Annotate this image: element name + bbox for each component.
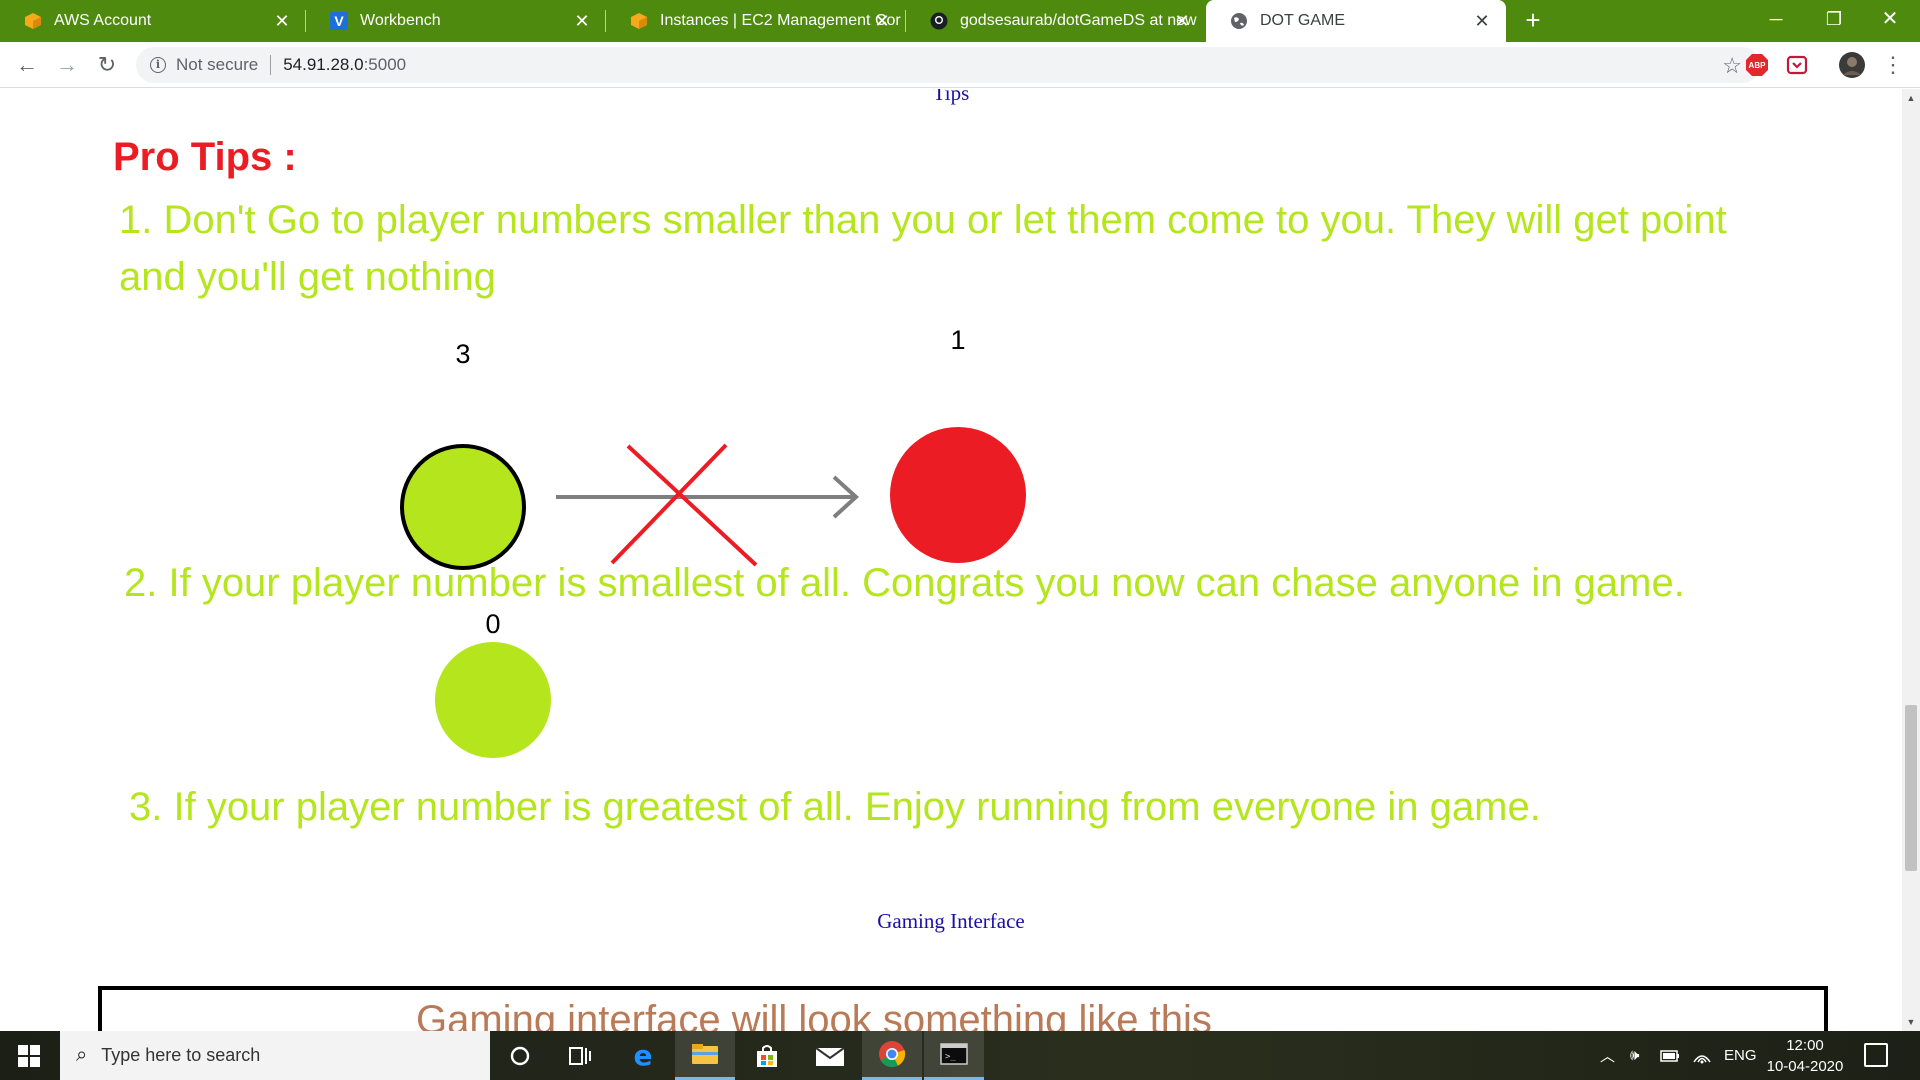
reload-icon[interactable]: ↻ bbox=[92, 50, 122, 80]
back-arrow-icon[interactable]: ← bbox=[12, 50, 42, 80]
tab-github[interactable]: godsesaurab/dotGameDS at new ✕ bbox=[906, 0, 1206, 42]
taskbar-clock[interactable]: 12:00 10-04-2020 bbox=[1755, 1035, 1855, 1077]
mail-icon[interactable] bbox=[800, 1031, 860, 1080]
globe-icon bbox=[1230, 12, 1248, 30]
cross-line-1 bbox=[626, 444, 758, 567]
windows-start-icon[interactable] bbox=[0, 1031, 58, 1080]
player-1-number: 1 bbox=[950, 325, 965, 355]
windows-taskbar: ⌕ Type here to search e >_ ︿ 🕪 ENG 12:00… bbox=[0, 1031, 1920, 1080]
browser-toolbar: ← → ↻ i Not secure 54.91.28.0:5000 ☆ ABP… bbox=[0, 42, 1920, 88]
battery-icon[interactable] bbox=[1660, 1031, 1680, 1080]
page-viewport: Tips Pro Tips : 1. Don't Go to player nu… bbox=[0, 89, 1902, 1031]
green-player-dot bbox=[400, 444, 526, 570]
close-tab-icon[interactable]: ✕ bbox=[572, 11, 592, 31]
svg-text:>_: >_ bbox=[945, 1052, 956, 1062]
url-port[interactable]: :5000 bbox=[364, 55, 407, 75]
close-tab-icon[interactable]: ✕ bbox=[272, 11, 292, 31]
vertical-scrollbar[interactable]: ▲ ▼ bbox=[1902, 89, 1920, 1031]
tab-dot-game[interactable]: DOT GAME ✕ bbox=[1206, 0, 1506, 42]
tab-title: Workbench bbox=[360, 12, 441, 29]
terminal-icon[interactable]: >_ bbox=[924, 1031, 984, 1080]
svg-text:e: e bbox=[634, 1043, 653, 1069]
url-host[interactable]: 54.91.28.0 bbox=[283, 55, 363, 75]
vocareum-v-icon: V bbox=[330, 12, 348, 30]
player-3-number: 3 bbox=[455, 339, 470, 369]
tab-title: godsesaurab/dotGameDS at new bbox=[960, 12, 1197, 29]
scrollbar-thumb[interactable] bbox=[1905, 705, 1917, 871]
tab-ec2-instances[interactable]: Instances | EC2 Management Cor ✕ bbox=[606, 0, 906, 42]
new-tab-button[interactable]: + bbox=[1518, 6, 1548, 36]
show-hidden-icons-icon[interactable]: ︿ bbox=[1600, 1031, 1615, 1080]
tip-2-text: 2. If your player number is smallest of … bbox=[124, 561, 1685, 605]
scroll-down-arrow-icon[interactable]: ▼ bbox=[1906, 1017, 1916, 1027]
tab-title: DOT GAME bbox=[1260, 12, 1346, 29]
menu-kebab-icon[interactable]: ⋮ bbox=[1878, 50, 1908, 80]
clock-date: 10-04-2020 bbox=[1766, 1058, 1844, 1075]
tip-1-text: 1. Don't Go to player numbers smaller th… bbox=[119, 198, 1727, 299]
edge-icon[interactable]: e bbox=[613, 1031, 673, 1080]
scroll-up-arrow-icon[interactable]: ▲ bbox=[1906, 93, 1916, 103]
close-window-icon[interactable]: ✕ bbox=[1866, 0, 1914, 38]
tab-title: AWS Account bbox=[54, 12, 152, 29]
close-tab-icon[interactable]: ✕ bbox=[1172, 11, 1192, 31]
adblock-plus-icon[interactable]: ABP bbox=[1745, 53, 1769, 77]
github-icon bbox=[930, 12, 948, 30]
close-tab-icon[interactable]: ✕ bbox=[872, 11, 892, 31]
svg-text:ABP: ABP bbox=[1749, 61, 1767, 70]
green-player-dot bbox=[435, 642, 551, 758]
search-icon: ⌕ bbox=[76, 1044, 88, 1066]
clock-time: 12:00 bbox=[1786, 1037, 1824, 1054]
tab-workbench[interactable]: V Workbench ✕ bbox=[306, 0, 606, 42]
wifi-icon[interactable] bbox=[1692, 1031, 1712, 1080]
svg-text:V: V bbox=[334, 13, 344, 29]
tab-strip: AWS Account ✕ V Workbench ✕ Instances | … bbox=[0, 0, 1920, 42]
tips-link[interactable]: Tips bbox=[0, 89, 1902, 106]
tip-1-diagram: 3 1 bbox=[400, 325, 1026, 570]
minimize-icon[interactable]: ─ bbox=[1752, 0, 1800, 38]
bookmark-star-icon[interactable]: ☆ bbox=[1722, 53, 1742, 79]
gaming-interface-link[interactable]: Gaming Interface bbox=[0, 909, 1902, 934]
security-label[interactable]: Not secure bbox=[176, 55, 258, 75]
gaming-interface-frame: Gaming interface will look something lik… bbox=[98, 986, 1828, 1031]
cortana-icon[interactable] bbox=[490, 1031, 550, 1080]
red-player-dot bbox=[890, 427, 1026, 563]
forward-arrow-icon[interactable]: → bbox=[52, 50, 82, 80]
info-icon[interactable]: i bbox=[150, 57, 166, 73]
notifications-icon[interactable] bbox=[1864, 1043, 1888, 1067]
file-explorer-icon[interactable] bbox=[675, 1031, 735, 1080]
gaming-interface-caption: Gaming interface will look something lik… bbox=[416, 998, 1212, 1031]
taskbar-search-box[interactable]: ⌕ Type here to search bbox=[60, 1031, 490, 1080]
tip-2-diagram: 0 bbox=[435, 609, 551, 758]
aws-box-icon bbox=[24, 12, 42, 30]
tab-aws-account[interactable]: AWS Account ✕ bbox=[0, 0, 306, 42]
chrome-icon[interactable] bbox=[862, 1031, 922, 1080]
aws-box-icon bbox=[630, 12, 648, 30]
volume-icon[interactable]: 🕪 bbox=[1630, 1031, 1639, 1080]
store-icon[interactable] bbox=[737, 1031, 797, 1080]
address-bar[interactable]: i Not secure 54.91.28.0:5000 ☆ bbox=[136, 47, 1760, 83]
task-view-icon[interactable] bbox=[550, 1031, 610, 1080]
cross-line-2 bbox=[610, 443, 728, 565]
pocket-icon[interactable] bbox=[1785, 53, 1809, 77]
pro-tips-title: Pro Tips : bbox=[113, 135, 297, 179]
language-indicator[interactable]: ENG bbox=[1724, 1031, 1757, 1080]
profile-avatar[interactable] bbox=[1838, 51, 1866, 79]
close-tab-icon[interactable]: ✕ bbox=[1472, 11, 1492, 31]
search-placeholder: Type here to search bbox=[101, 1045, 261, 1065]
player-0-number: 0 bbox=[485, 609, 500, 639]
tab-title: Instances | EC2 Management Cor bbox=[660, 12, 901, 29]
tip-3-text: 3. If your player number is greatest of … bbox=[129, 785, 1541, 829]
restore-icon[interactable]: ❐ bbox=[1810, 0, 1858, 38]
